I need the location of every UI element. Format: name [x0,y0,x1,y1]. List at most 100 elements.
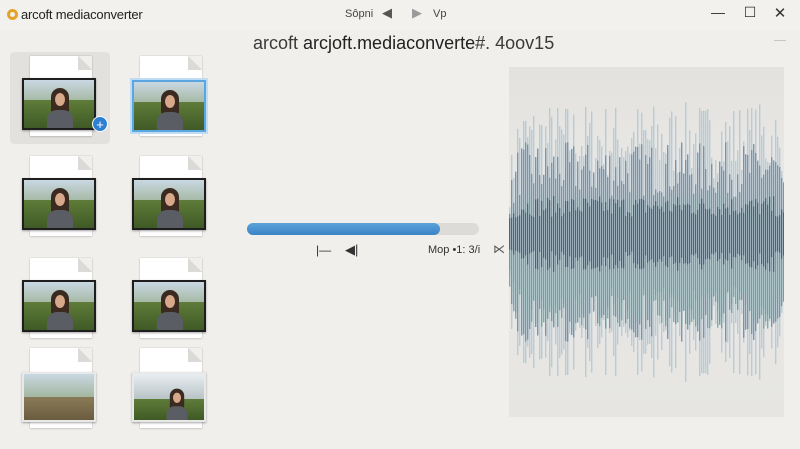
waveform-bar [707,209,709,259]
waveform-bar [535,199,537,269]
waveform-bar [603,210,605,258]
waveform-bar [715,215,717,253]
waveform-bar [591,198,593,270]
waveform-bar [575,210,577,258]
file-thumbnail-6[interactable] [120,254,220,346]
view-label[interactable]: Vp [433,8,446,20]
waveform-bar [525,212,527,256]
document-title-prefix: arcoft [253,33,299,53]
nav-label[interactable]: Sôpni [345,8,373,20]
document-title: arcoft arcjoft.mediaconverte#. 4oov15 [253,33,554,54]
waveform-bar [593,199,595,269]
file-thumbnail-8[interactable] [120,344,220,436]
waveform-bar [577,207,579,261]
waveform-bar [681,210,683,258]
waveform-bar [763,201,765,267]
waveform-bar [745,204,747,264]
waveform-bar [609,198,611,270]
file-thumbnail-4[interactable] [120,152,220,244]
waveform-bar [711,214,713,254]
waveform-bar [739,212,741,256]
waveform-bar [585,198,587,270]
waveform-bar [755,198,757,270]
waveform-bar [721,214,723,254]
waveform-bar [587,202,589,266]
waveform-bar [645,212,647,256]
file-thumbnail-3[interactable] [10,152,110,244]
waveform-bar [685,204,687,264]
waveform-bar [531,215,533,253]
waveform-bar [607,210,609,258]
waveform-bar [719,209,721,259]
panel-collapse-handle[interactable] [774,40,786,41]
waveform-bar [623,199,625,269]
waveform-bar [775,216,777,252]
waveform-bar [581,211,583,257]
waveform-bar [725,208,727,260]
waveform-bar [659,208,661,260]
waveform-bar [517,216,519,252]
waveform-bar [573,199,575,269]
waveform-bar [563,213,565,255]
playback-status: Mop •1: 3/i [428,244,481,256]
waveform-bar [687,203,689,265]
add-icon[interactable]: + [92,116,108,132]
waveform-bar [529,214,531,254]
photo-thumbnail [132,178,206,230]
waveform-bar [721,191,723,329]
waveform-bar [541,200,543,268]
waveform-bar [589,206,591,262]
waveform-bar [553,196,555,272]
waveform-bar [783,212,784,256]
collapse-icon[interactable]: ⋉ [493,242,505,256]
waveform-bar [515,217,517,251]
file-thumbnail-7[interactable] [10,344,110,436]
photo-thumbnail [132,372,206,422]
waveform-bar [571,198,573,270]
waveform-bar [595,199,597,269]
waveform-bar [629,191,631,329]
waveform-bar [545,208,547,260]
waveform-bar [779,215,781,253]
waveform-bar [771,210,773,258]
maximize-button[interactable]: ☐ [740,4,760,22]
waveform-bar [675,205,677,263]
waveform-bar [637,203,639,265]
step-back-icon[interactable]: ◀| [345,242,358,258]
waveform-bar [583,198,585,270]
waveform-bar [511,217,513,251]
waveform-bar [567,201,569,267]
waveform-bar [661,206,663,262]
waveform-bar [639,199,641,269]
waveform-bar [731,199,733,269]
waveform-bar [537,198,539,270]
waveform-bar [709,208,711,260]
waveform-bar [527,203,529,265]
waveform-bar [769,196,771,272]
waveform-bar [561,216,563,252]
waveform-bar [757,202,759,266]
next-icon[interactable]: ▶ [412,5,422,21]
waveform-bar [669,210,671,258]
waveform-bar [523,209,525,259]
waveform-bar [625,216,627,252]
waveform-bar [753,206,755,262]
minimize-button[interactable]: — [708,4,728,22]
waveform-bar [673,204,675,264]
close-button[interactable]: ✕ [770,4,790,22]
waveform-bar [533,216,535,252]
waveform-bar [713,213,715,255]
audio-waveform[interactable] [509,67,784,417]
waveform-bar [781,209,783,259]
skip-to-start-icon[interactable]: |— [316,243,331,257]
file-thumbnail-5[interactable] [10,254,110,346]
waveform-bar [689,204,691,264]
file-thumbnail-2[interactable] [120,52,220,144]
waveform-bar [643,199,645,269]
previous-icon[interactable]: ◀ [382,5,392,21]
waveform-bar [611,213,613,255]
file-thumbnail-1[interactable]: + [10,52,110,144]
waveform-bar [635,199,637,269]
photo-thumbnail [22,372,96,422]
waveform-bar [751,200,753,268]
